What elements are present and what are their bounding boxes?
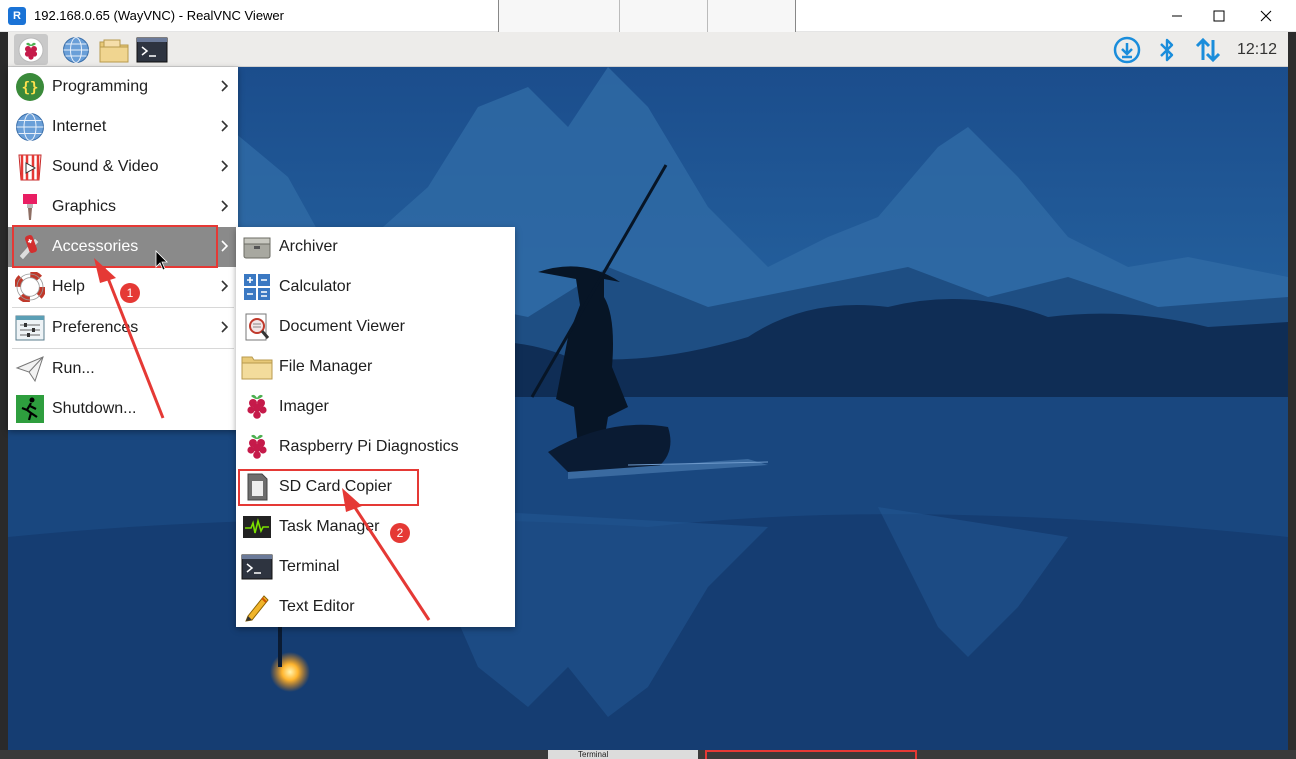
window-title-bar: R 192.168.0.65 (WayVNC) - RealVNC Viewer bbox=[0, 0, 1296, 33]
network-button[interactable] bbox=[1194, 36, 1222, 64]
menu-item-imager[interactable]: Imager bbox=[236, 387, 515, 427]
menu-item-label: Programming bbox=[52, 78, 149, 95]
menu-item-label: Terminal bbox=[279, 558, 340, 575]
minimize-icon bbox=[1172, 15, 1182, 17]
menu-item-calculator[interactable]: Calculator bbox=[236, 267, 515, 307]
realvnc-app-icon: R bbox=[8, 7, 26, 25]
shutdown-icon bbox=[14, 393, 46, 425]
menu-item-task-manager[interactable]: Task Manager bbox=[236, 507, 515, 547]
menu-item-label: Sound & Video bbox=[52, 158, 159, 175]
menu-item-label: Preferences bbox=[52, 319, 139, 336]
menu-item-archiver[interactable]: Archiver bbox=[236, 227, 515, 267]
bluetooth-icon bbox=[1160, 38, 1174, 62]
file-manager-button[interactable] bbox=[97, 34, 131, 65]
chevron-right-icon bbox=[221, 321, 228, 333]
menu-item-text-editor[interactable]: Text Editor bbox=[236, 587, 515, 627]
vnc-toolbar-strip[interactable] bbox=[498, 0, 796, 33]
annotation-step-1: 1 bbox=[120, 283, 140, 303]
archiver-icon bbox=[241, 231, 273, 263]
menu-item-internet[interactable]: Internet bbox=[8, 107, 238, 147]
raspberry-icon bbox=[241, 391, 273, 423]
menu-item-run[interactable]: Run... bbox=[8, 349, 238, 389]
document-viewer-icon bbox=[241, 311, 273, 343]
chevron-right-icon bbox=[221, 80, 228, 92]
menu-item-shutdown[interactable]: Shutdown... bbox=[8, 389, 238, 429]
menu-item-document-viewer[interactable]: Document Viewer bbox=[236, 307, 515, 347]
maximize-button[interactable] bbox=[1196, 0, 1242, 32]
web-browser-icon bbox=[63, 36, 89, 63]
annotation-box-bottom bbox=[705, 750, 917, 759]
menu-item-preferences[interactable]: Preferences bbox=[8, 308, 238, 348]
download-updates-icon bbox=[1113, 36, 1141, 64]
task-manager-icon bbox=[241, 511, 273, 543]
menu-item-graphics[interactable]: Graphics bbox=[8, 187, 238, 227]
window-title: 192.168.0.65 (WayVNC) - RealVNC Viewer bbox=[34, 8, 284, 23]
menu-item-label: File Manager bbox=[279, 358, 373, 375]
menu-item-label: Raspberry Pi Diagnostics bbox=[279, 438, 459, 455]
chevron-right-icon bbox=[221, 240, 228, 252]
host-terminal-tab[interactable]: Terminal bbox=[548, 750, 698, 759]
close-button[interactable] bbox=[1243, 0, 1289, 32]
accessories-submenu: Archiver Calculator Document Viewer File… bbox=[236, 227, 515, 627]
raspberry-menu-icon bbox=[18, 37, 44, 62]
menu-item-terminal[interactable]: Terminal bbox=[236, 547, 515, 587]
folder-icon bbox=[241, 351, 273, 383]
calculator-icon bbox=[241, 271, 273, 303]
menu-item-label: SD Card Copier bbox=[279, 478, 392, 495]
terminal-icon bbox=[136, 37, 168, 62]
menu-item-label: Graphics bbox=[52, 198, 117, 215]
annotation-step-2: 2 bbox=[390, 523, 410, 543]
updates-button[interactable] bbox=[1113, 36, 1141, 64]
chevron-right-icon bbox=[221, 280, 228, 292]
menu-item-label: Shutdown... bbox=[52, 400, 137, 417]
minimize-button[interactable] bbox=[1154, 0, 1200, 32]
chevron-right-icon bbox=[221, 120, 228, 132]
menu-item-sound-video[interactable]: Sound & Video bbox=[8, 147, 238, 187]
text-editor-icon bbox=[241, 591, 273, 623]
accessories-icon bbox=[14, 231, 46, 263]
maximize-icon bbox=[1213, 10, 1225, 22]
network-icon bbox=[1195, 37, 1221, 63]
remote-taskbar: 12:12 bbox=[8, 32, 1288, 67]
menu-item-label: Calculator bbox=[279, 278, 352, 295]
host-desktop-edge bbox=[0, 32, 8, 759]
menu-item-label: Task Manager bbox=[279, 518, 380, 535]
internet-icon bbox=[14, 111, 46, 143]
close-icon bbox=[1260, 10, 1272, 22]
preferences-icon bbox=[14, 312, 46, 344]
programming-icon: {} bbox=[14, 71, 46, 103]
menu-item-label: Accessories bbox=[52, 238, 139, 255]
menu-item-label: Archiver bbox=[279, 238, 338, 255]
terminal-icon bbox=[241, 551, 273, 583]
menu-item-file-manager[interactable]: File Manager bbox=[236, 347, 515, 387]
host-taskbar: Terminal bbox=[0, 750, 1296, 759]
raspberry-menu-button[interactable] bbox=[14, 34, 48, 65]
help-icon bbox=[14, 271, 46, 303]
terminal-button[interactable] bbox=[135, 34, 169, 65]
sd-card-icon bbox=[241, 471, 273, 503]
menu-item-label: Imager bbox=[279, 398, 329, 415]
file-manager-icon bbox=[99, 39, 129, 62]
host-desktop-edge-right bbox=[1288, 32, 1296, 759]
chevron-right-icon bbox=[221, 160, 228, 172]
raspberry-icon bbox=[241, 431, 273, 463]
chevron-right-icon bbox=[221, 200, 228, 212]
application-menu: {} Programming Internet Sound & Video Gr… bbox=[8, 67, 238, 430]
menu-item-label: Help bbox=[52, 278, 85, 295]
menu-item-sd-card-copier[interactable]: SD Card Copier bbox=[236, 467, 515, 507]
menu-item-programming[interactable]: {} Programming bbox=[8, 67, 238, 107]
svg-text:{}: {} bbox=[22, 80, 39, 96]
web-browser-button[interactable] bbox=[59, 34, 93, 65]
graphics-icon bbox=[14, 191, 46, 223]
menu-item-accessories[interactable]: Accessories bbox=[8, 227, 238, 267]
menu-item-label: Text Editor bbox=[279, 598, 355, 615]
panel-clock[interactable]: 12:12 bbox=[1237, 41, 1277, 59]
menu-item-label: Document Viewer bbox=[279, 318, 405, 335]
menu-item-raspberry-pi-diagnostics[interactable]: Raspberry Pi Diagnostics bbox=[236, 427, 515, 467]
sound-video-icon bbox=[14, 151, 46, 183]
bluetooth-button[interactable] bbox=[1153, 36, 1181, 64]
run-icon bbox=[14, 353, 46, 385]
menu-item-label: Run... bbox=[52, 360, 95, 377]
menu-item-label: Internet bbox=[52, 118, 107, 135]
